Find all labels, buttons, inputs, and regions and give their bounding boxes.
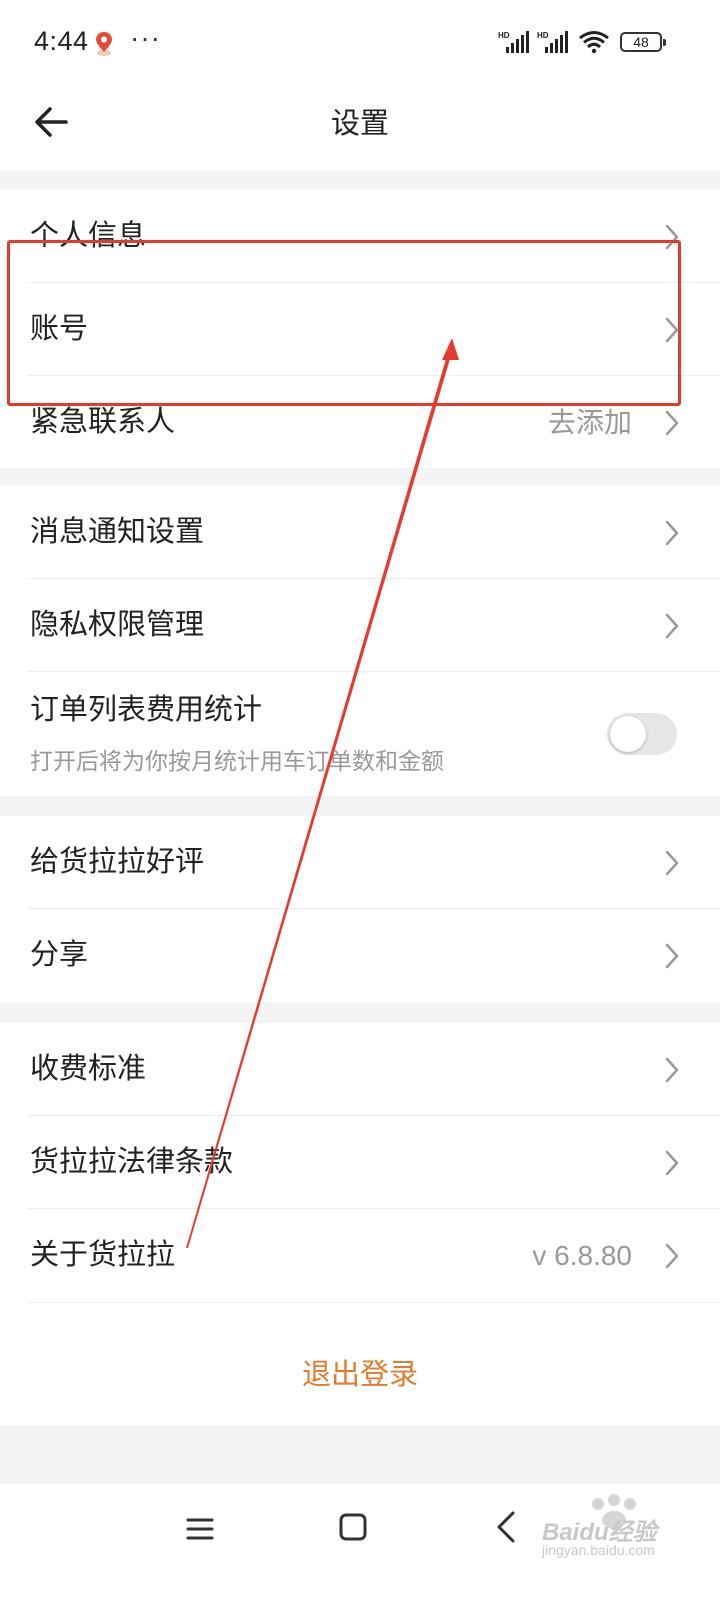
logout-button[interactable]: 退出登录 xyxy=(0,1303,720,1447)
signal-icon: HD xyxy=(498,31,529,53)
page-title: 设置 xyxy=(330,108,389,140)
pricing-row[interactable]: 收费标准 xyxy=(0,1023,720,1116)
logout-section: 退出登录 xyxy=(0,1303,720,1425)
chevron-right-icon xyxy=(665,1243,679,1269)
more-notifications-icon: ··· xyxy=(130,22,161,53)
svg-text:HD: HD xyxy=(498,31,510,40)
legal-terms-label: 货拉拉法律条款 xyxy=(30,1146,234,1178)
battery-icon: 48 xyxy=(620,32,666,52)
order-stats-label: 订单列表费用统计 xyxy=(30,694,263,726)
order-stats-row: 订单列表费用统计 打开后将为你按月统计用车订单数和金额 xyxy=(0,672,720,798)
chevron-right-icon xyxy=(665,1057,679,1083)
chevron-right-icon xyxy=(665,943,679,969)
rate-app-row[interactable]: 给货拉拉好评 xyxy=(0,816,720,909)
status-bar: 4:44 ··· HD HD 48 xyxy=(0,0,720,86)
watermark-url: jingyan.baidu.com xyxy=(542,1542,655,1558)
chevron-right-icon xyxy=(665,410,679,436)
battery-level: 48 xyxy=(633,34,649,50)
nav-back-icon[interactable] xyxy=(494,1510,518,1544)
notification-settings-label: 消息通知设置 xyxy=(30,516,205,548)
location-pin-icon xyxy=(96,32,112,56)
social-group: 给货拉拉好评 分享 xyxy=(0,816,720,1002)
about-group: 收费标准 货拉拉法律条款 关于货拉拉 v 6.8.80 xyxy=(0,1023,720,1303)
order-stats-description: 打开后将为你按月统计用车订单数和金额 xyxy=(30,748,444,774)
notification-settings-row[interactable]: 消息通知设置 xyxy=(0,486,720,579)
privacy-label: 隐私权限管理 xyxy=(30,609,205,641)
version-value: v 6.8.80 xyxy=(532,1240,632,1271)
legal-terms-row[interactable]: 货拉拉法律条款 xyxy=(0,1116,720,1209)
share-label: 分享 xyxy=(30,939,89,971)
privacy-row[interactable]: 隐私权限管理 xyxy=(0,579,720,672)
share-row[interactable]: 分享 xyxy=(0,909,720,1002)
about-label: 关于货拉拉 xyxy=(30,1239,176,1271)
svg-text:HD: HD xyxy=(537,31,549,40)
title-bar: 设置 xyxy=(0,86,720,170)
chevron-right-icon xyxy=(665,1150,679,1176)
toggle-knob xyxy=(610,716,646,752)
recent-apps-icon[interactable] xyxy=(185,1514,215,1544)
chevron-right-icon xyxy=(665,520,679,546)
wifi-icon xyxy=(579,31,609,54)
signal-icon-2: HD xyxy=(537,31,568,53)
preferences-group: 消息通知设置 隐私权限管理 订单列表费用统计 打开后将为你按月统计用车订单数和金… xyxy=(0,486,720,796)
status-time: 4:44 xyxy=(34,26,89,56)
order-stats-toggle[interactable] xyxy=(607,713,677,755)
about-row[interactable]: 关于货拉拉 v 6.8.80 xyxy=(0,1209,720,1302)
chevron-right-icon xyxy=(665,613,679,639)
rate-app-label: 给货拉拉好评 xyxy=(30,846,205,878)
pricing-label: 收费标准 xyxy=(30,1053,147,1085)
home-icon[interactable] xyxy=(338,1512,368,1542)
chevron-right-icon xyxy=(665,850,679,876)
annotation-highlight-box xyxy=(7,240,681,406)
